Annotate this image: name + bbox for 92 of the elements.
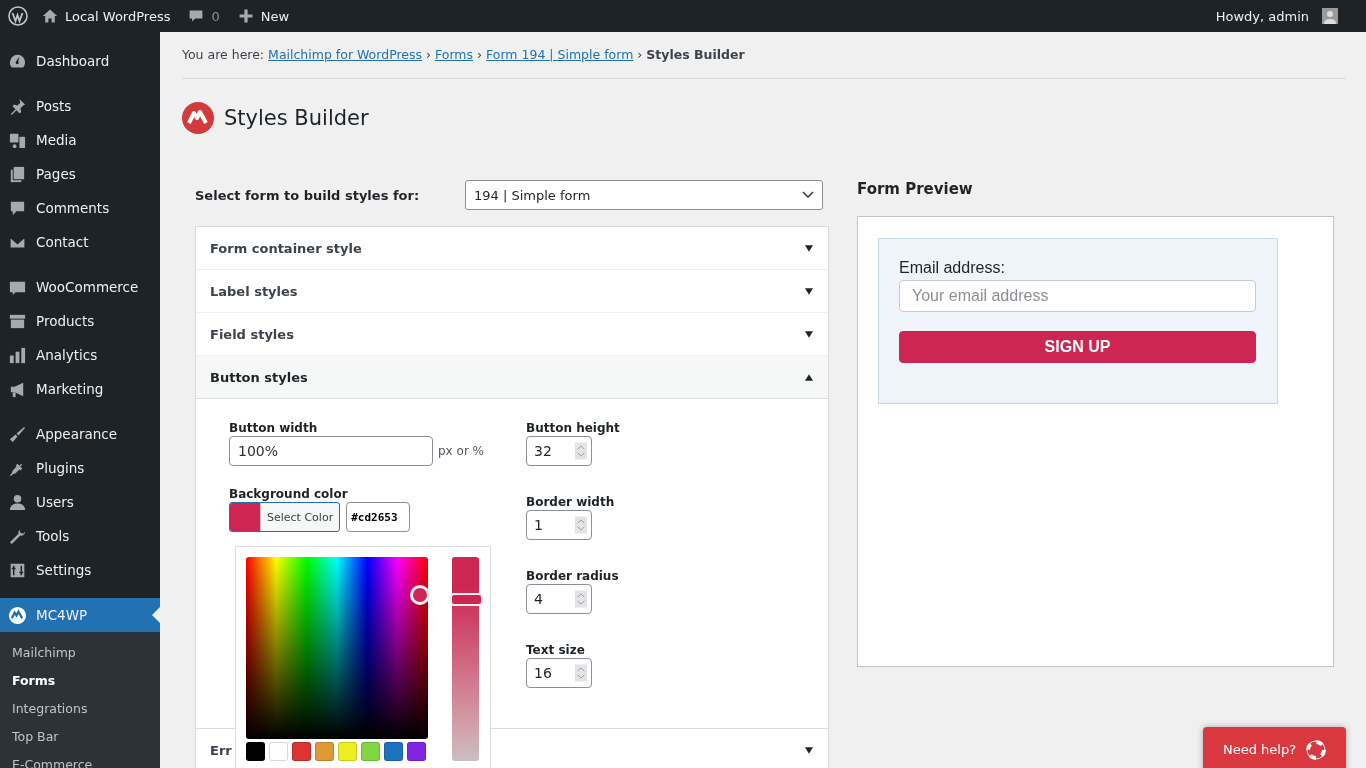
- submenu-item[interactable]: Integrations: [0, 695, 160, 723]
- select-label: Select form to build styles for:: [195, 187, 421, 203]
- breadcrumb-label: You are here:: [182, 47, 265, 64]
- menu-item[interactable]: Appearance: [0, 417, 160, 451]
- slider-handle[interactable]: [450, 592, 483, 606]
- triangle-down-icon: [805, 746, 813, 754]
- field-label: Border width: [526, 495, 616, 509]
- number-input[interactable]: 16: [526, 658, 592, 688]
- field-label: Background color: [229, 487, 349, 501]
- home-icon: [42, 8, 58, 24]
- field-label: Button width: [229, 421, 319, 435]
- bar-chart-icon: [8, 345, 27, 365]
- field-label: Text size: [526, 643, 586, 657]
- color-button[interactable]: Select Color: [229, 502, 341, 532]
- logo-icon: [8, 605, 27, 625]
- field-label: Border radius: [526, 569, 620, 583]
- breadcrumb-separator: ›: [477, 47, 483, 64]
- menu-item[interactable]: Products: [0, 304, 160, 338]
- spinner-icon: [575, 590, 587, 608]
- speech-bubble-icon: [188, 8, 205, 24]
- brush-icon: [8, 424, 27, 444]
- menu-item[interactable]: Tools: [0, 519, 160, 553]
- unit-hint: px or %: [438, 444, 485, 458]
- menu-item[interactable]: Settings: [0, 553, 160, 587]
- breadcrumb-link[interactable]: Form 194 | Simple form: [486, 47, 634, 65]
- spinner-icon: [575, 442, 587, 460]
- palette-swatch[interactable]: [269, 742, 288, 761]
- account-link[interactable]: Howdy, admin: [1215, 8, 1338, 24]
- number-input[interactable]: 4: [526, 584, 592, 614]
- palette-swatch[interactable]: [338, 742, 357, 761]
- pages-icon: [8, 164, 27, 184]
- lifebuoy-icon: [1306, 739, 1327, 760]
- menu-item[interactable]: Plugins: [0, 451, 160, 485]
- triangle-down-icon: [805, 330, 813, 338]
- hex-input[interactable]: #cd2653: [346, 502, 411, 532]
- help-button[interactable]: Need help?: [1203, 727, 1346, 768]
- person-icon: [8, 492, 27, 512]
- new-link[interactable]: New: [237, 8, 290, 24]
- email-input[interactable]: Your email address: [899, 280, 1256, 312]
- accordion-header[interactable]: Button styles: [196, 356, 828, 399]
- menu-item[interactable]: Users: [0, 485, 160, 519]
- menu-item[interactable]: Posts: [0, 89, 160, 123]
- color-field[interactable]: [246, 557, 428, 739]
- sliders-icon: [8, 560, 27, 580]
- avatar-icon: [1322, 8, 1338, 24]
- comments-link[interactable]: 0: [188, 8, 220, 24]
- menu-item[interactable]: Media: [0, 123, 160, 157]
- palette-swatch[interactable]: [292, 742, 311, 761]
- triangle-down-icon: [805, 244, 813, 252]
- accordion-header[interactable]: Label styles: [196, 270, 828, 313]
- spinner-icon: [575, 516, 587, 534]
- submenu-item[interactable]: Forms: [0, 667, 160, 695]
- logo-icon: [182, 102, 214, 134]
- form-select[interactable]: 194 | Simple form: [465, 180, 823, 210]
- palette-swatch[interactable]: [407, 742, 426, 761]
- palette-swatch[interactable]: [246, 742, 265, 761]
- menu-item[interactable]: WooCommerce: [0, 270, 160, 304]
- preview-title: Form Preview: [857, 180, 974, 200]
- menu-item[interactable]: Pages: [0, 157, 160, 191]
- triangle-up-icon: [805, 373, 813, 381]
- breadcrumb-separator: ›: [426, 47, 432, 64]
- text-input[interactable]: 100%: [229, 436, 433, 466]
- menu-item[interactable]: Dashboard: [0, 44, 160, 78]
- menu-item[interactable]: MC4WP: [0, 598, 160, 632]
- number-input[interactable]: 32: [526, 436, 592, 466]
- menu-item[interactable]: Contact: [0, 225, 160, 259]
- picker-handle[interactable]: [410, 585, 430, 605]
- menu-item[interactable]: Analytics: [0, 338, 160, 372]
- breadcrumb-link[interactable]: Forms: [435, 47, 474, 65]
- menu-item[interactable]: Comments: [0, 191, 160, 225]
- palette-swatch[interactable]: [315, 742, 334, 761]
- menu-item[interactable]: Marketing: [0, 372, 160, 406]
- page-title: Styles Builder: [224, 106, 369, 130]
- palette-swatch[interactable]: [361, 742, 380, 761]
- accordion-header[interactable]: Form container style: [196, 227, 828, 270]
- plus-icon: [237, 8, 254, 24]
- sign-up-button[interactable]: SIGN UP: [899, 331, 1256, 363]
- breadcrumb-separator: ›: [637, 47, 643, 64]
- triangle-down-icon: [805, 287, 813, 295]
- wordpress-logo-icon[interactable]: [8, 6, 28, 26]
- field-label: Button height: [526, 421, 620, 435]
- site-link[interactable]: Local WordPress: [42, 8, 171, 24]
- breadcrumb-current: Styles Builder: [646, 47, 745, 64]
- number-input[interactable]: 1: [526, 510, 592, 540]
- palette-swatch[interactable]: [384, 742, 403, 761]
- email-label: Email address:: [899, 259, 1006, 277]
- current-marker-icon: [152, 607, 160, 623]
- spinner-icon: [575, 664, 587, 682]
- chevron-down-icon: [802, 191, 814, 199]
- submenu-item[interactable]: Top Bar: [0, 723, 160, 751]
- submenu-item[interactable]: Mailchimp: [0, 639, 160, 667]
- breadcrumb-link[interactable]: Mailchimp for WordPress: [268, 47, 423, 65]
